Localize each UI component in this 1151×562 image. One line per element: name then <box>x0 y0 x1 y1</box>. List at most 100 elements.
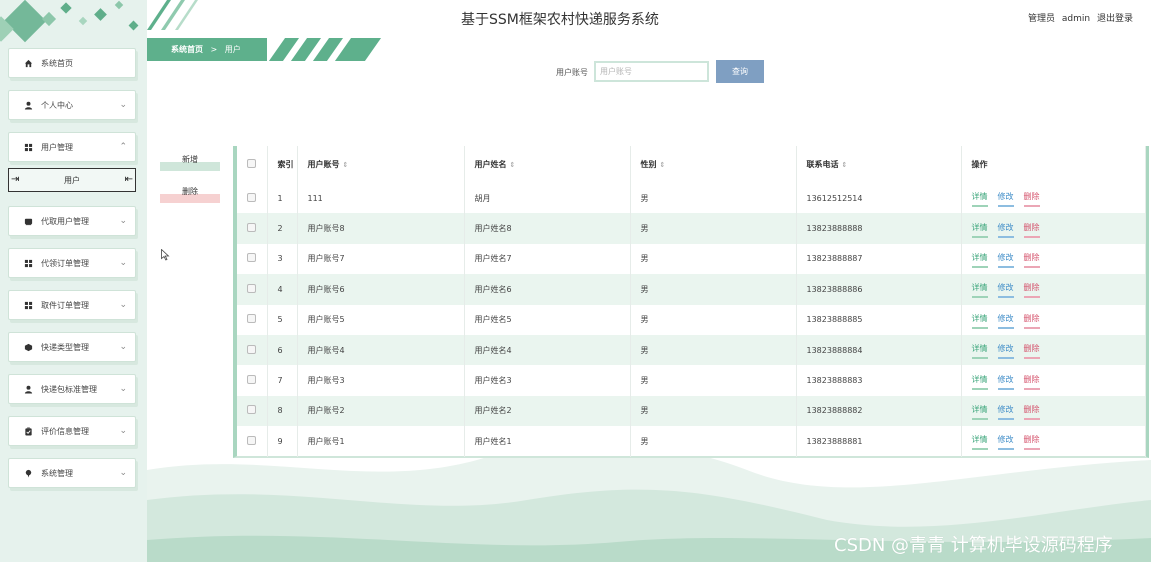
user-info: 管理员 admin 退出登录 <box>1024 11 1133 24</box>
sidebar-subitem-user[interactable]: ⇥ 用户 ⇤ <box>8 168 136 192</box>
detail-button[interactable]: 详情 <box>971 434 988 451</box>
delete-button[interactable]: 删除 <box>1023 222 1040 238</box>
delete-button[interactable]: 删除 <box>1023 374 1040 390</box>
column-header-account[interactable]: 用户账号 ⇕ <box>297 146 465 183</box>
sidebar-item-profile[interactable]: 个人中心 ⌄ <box>8 90 136 120</box>
row-checkbox[interactable] <box>237 213 268 244</box>
delete-button[interactable]: 删除 <box>1023 282 1040 299</box>
row-checkbox[interactable] <box>237 365 268 396</box>
detail-button[interactable]: 详情 <box>971 222 988 238</box>
select-all-checkbox[interactable] <box>237 146 268 183</box>
inbox-icon <box>23 216 33 226</box>
logout-link[interactable]: 退出登录 <box>1097 14 1133 24</box>
page-title: 基于SSM框架农村快递服务系统 <box>461 12 659 28</box>
sidebar-item-pickup-users[interactable]: 代取用户管理 ⌄ <box>8 206 136 236</box>
table-row: 1 111 胡月男 13612512514 详情 修改 删除 <box>237 183 1146 214</box>
row-checkbox[interactable] <box>237 243 268 275</box>
breadcrumb: 系统首页 > 用户 <box>147 38 383 61</box>
sidebar: 系统首页 个人中心 ⌄ 用户管理 ⌃ ⇥ 用户 ⇤ 代取用户管理 ⌄ 代领订单管… <box>0 0 147 562</box>
row-checkbox[interactable] <box>237 274 268 305</box>
edit-button[interactable]: 修改 <box>997 191 1014 208</box>
cell-phone: 13823888884 <box>796 334 962 366</box>
sidebar-menu: 系统首页 个人中心 ⌄ 用户管理 ⌃ ⇥ 用户 ⇤ 代取用户管理 ⌄ 代领订单管… <box>8 48 136 500</box>
table-row: 3 用户账号7 用户姓名7 男 13823888887 详情 修改 删除 <box>237 243 1146 275</box>
sidebar-item-system[interactable]: 系统管理 ⌄ <box>8 458 136 488</box>
edit-button[interactable]: 修改 <box>997 434 1014 451</box>
cell-index: 4 <box>267 274 298 305</box>
search-input[interactable] <box>594 61 709 82</box>
edit-button[interactable]: 修改 <box>997 252 1014 268</box>
sidebar-item-label: 快递类型管理 <box>41 342 89 352</box>
detail-button[interactable]: 详情 <box>971 191 988 208</box>
chevron-down-icon: ⌄ <box>119 426 127 436</box>
sidebar-item-express-types[interactable]: 快递类型管理 ⌄ <box>8 332 136 362</box>
detail-button[interactable]: 详情 <box>971 252 988 268</box>
delete-button[interactable]: 删除 <box>1023 191 1040 208</box>
table-row: 6 用户账号4 用户姓名4 男 13823888884 详情 修改 删除 <box>237 334 1146 366</box>
detail-button[interactable]: 详情 <box>971 404 988 420</box>
cell-operations: 详情 修改 删除 <box>961 183 1146 214</box>
cell-gender: 男 <box>630 426 797 457</box>
column-header-name[interactable]: 用户姓名 ⇕ <box>464 146 631 183</box>
detail-button[interactable]: 详情 <box>971 343 988 360</box>
cell-index: 7 <box>267 365 298 396</box>
clipboard-icon <box>23 426 33 436</box>
user-table: 索引 用户账号 ⇕ 用户姓名 ⇕ 性别 ⇕ 联系电话 ⇕ 操作 1 111 胡月男 13612… <box>233 146 1149 458</box>
drag-handle-right-icon: ⇤ <box>124 174 133 185</box>
column-header-gender[interactable]: 性别 ⇕ <box>630 146 797 183</box>
table-body: 1 111 胡月男 13612512514 详情 修改 删除 2 用户账号8 用户姓名8 男 1382… <box>237 183 1146 457</box>
edit-button[interactable]: 修改 <box>997 343 1014 360</box>
edit-button[interactable]: 修改 <box>997 404 1014 420</box>
cell-account: 用户账号3 <box>297 365 465 396</box>
edit-button[interactable]: 修改 <box>997 222 1014 238</box>
cell-gender: 男 <box>630 334 797 366</box>
chevron-down-icon: ⌄ <box>119 384 127 394</box>
sidebar-item-home[interactable]: 系统首页 <box>8 48 136 78</box>
breadcrumb-text: 系统首页 > 用户 <box>171 44 241 55</box>
batch-delete-button-label: 删除 <box>182 187 198 196</box>
sidebar-item-proxy-orders[interactable]: 代领订单管理 ⌄ <box>8 248 136 278</box>
detail-button[interactable]: 详情 <box>971 282 988 299</box>
delete-button[interactable]: 删除 <box>1023 434 1040 451</box>
column-header-phone[interactable]: 联系电话 ⇕ <box>796 146 962 183</box>
chevron-down-icon: ⌄ <box>119 300 127 310</box>
edit-button[interactable]: 修改 <box>997 313 1014 329</box>
row-checkbox[interactable] <box>237 426 268 457</box>
cell-gender: 男 <box>630 274 797 305</box>
pin-icon <box>23 468 33 478</box>
row-checkbox[interactable] <box>237 334 268 366</box>
delete-button[interactable]: 删除 <box>1023 343 1040 360</box>
grid-icon <box>23 300 33 310</box>
cell-index: 2 <box>267 213 298 244</box>
breadcrumb-current: 用户 <box>224 45 241 54</box>
sidebar-item-pickup-orders[interactable]: 取件订单管理 ⌄ <box>8 290 136 320</box>
breadcrumb-home[interactable]: 系统首页 <box>171 45 203 54</box>
delete-button[interactable]: 删除 <box>1023 252 1040 268</box>
detail-button[interactable]: 详情 <box>971 374 988 390</box>
cell-index: 8 <box>267 395 298 427</box>
batch-delete-button[interactable]: 删除 <box>160 187 220 203</box>
row-checkbox[interactable] <box>237 183 268 214</box>
table-row: 4 用户账号6 用户姓名6 男 13823888886 详情 修改 删除 <box>237 274 1146 305</box>
column-header-index: 索引 <box>267 146 298 183</box>
cell-operations: 详情 修改 删除 <box>961 304 1146 335</box>
cell-name: 用户姓名2 <box>464 395 631 427</box>
edit-button[interactable]: 修改 <box>997 282 1014 299</box>
home-icon <box>23 58 33 68</box>
package-icon <box>23 342 33 352</box>
cell-gender: 男 <box>630 243 797 275</box>
add-button[interactable]: 新增 <box>160 155 220 171</box>
cell-operations: 详情 修改 删除 <box>961 213 1146 244</box>
detail-button[interactable]: 详情 <box>971 313 988 329</box>
cell-index: 3 <box>267 243 298 275</box>
delete-button[interactable]: 删除 <box>1023 313 1040 329</box>
delete-button[interactable]: 删除 <box>1023 404 1040 420</box>
edit-button[interactable]: 修改 <box>997 374 1014 390</box>
sidebar-item-user-management[interactable]: 用户管理 ⌃ <box>8 132 136 162</box>
search-button[interactable]: 查询 <box>716 60 764 83</box>
row-checkbox[interactable] <box>237 395 268 427</box>
row-checkbox[interactable] <box>237 304 268 335</box>
sidebar-item-reviews[interactable]: 评价信息管理 ⌄ <box>8 416 136 446</box>
sidebar-item-package-standards[interactable]: 快递包标准管理 ⌄ <box>8 374 136 404</box>
sidebar-item-label: 用户管理 <box>41 142 73 152</box>
